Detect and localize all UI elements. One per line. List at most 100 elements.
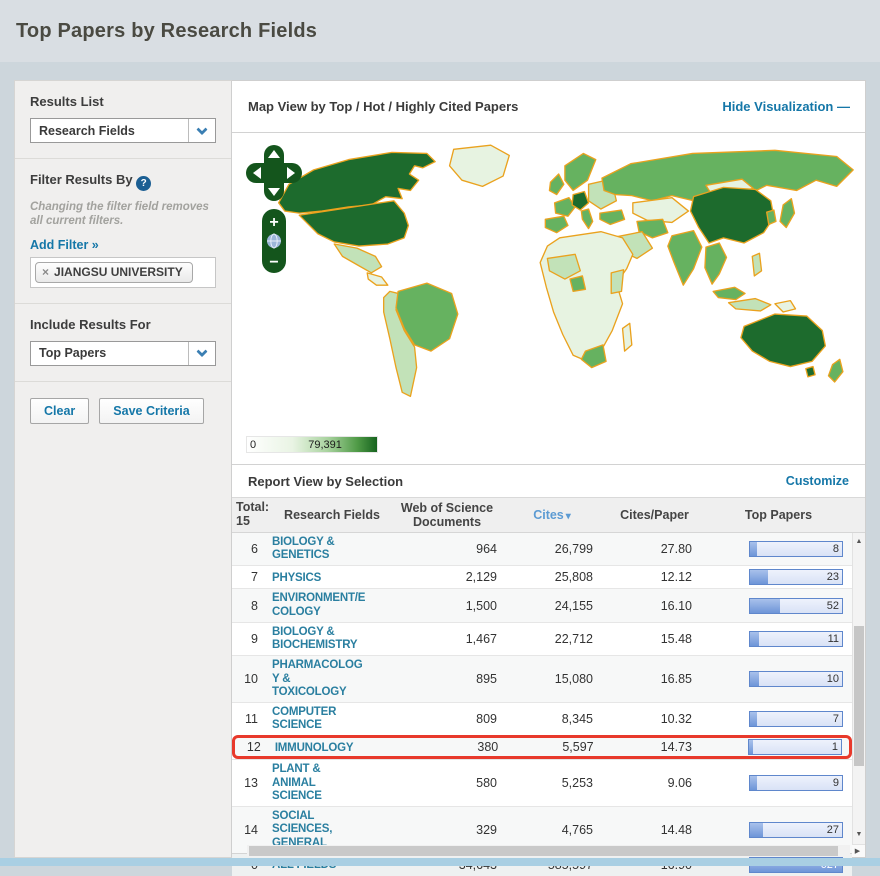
- scroll-up-icon[interactable]: ▲: [853, 535, 865, 549]
- world-map[interactable]: + − 0 79,391: [232, 133, 865, 465]
- customize-link[interactable]: Customize: [786, 474, 849, 488]
- top-papers-bar-fill: [750, 776, 757, 790]
- top-papers-cell: 10: [707, 671, 850, 687]
- top-papers-value: 52: [827, 600, 839, 612]
- table-row[interactable]: 7PHYSICS2,12925,80812.1223: [232, 565, 852, 588]
- horizontal-scrollbar-thumb[interactable]: [249, 846, 838, 856]
- bottom-strip: [0, 858, 880, 866]
- top-papers-value: 27: [827, 824, 839, 836]
- scroll-down-icon[interactable]: ▼: [853, 828, 865, 842]
- map-legend: 0 79,391: [246, 436, 378, 453]
- field-cell: PHARMACOLOG Y & TOXICOLOGY: [272, 659, 392, 699]
- region-nigeria: [570, 276, 585, 291]
- top-papers-bar-fill: [750, 632, 759, 646]
- region-india: [668, 231, 702, 286]
- column-header-cites[interactable]: Cites▾: [502, 508, 602, 522]
- field-link[interactable]: PLANT & ANIMAL SCIENCE: [272, 763, 322, 803]
- top-papers-bar: 7: [749, 711, 843, 727]
- results-list-dropdown[interactable]: Research Fields: [30, 118, 216, 143]
- cites-cell: 26,799: [502, 542, 602, 556]
- map-controls[interactable]: + −: [246, 143, 302, 282]
- pan-control[interactable]: [246, 145, 302, 201]
- table-row[interactable]: 8ENVIRONMENT/E COLOGY1,50024,15516.1052: [232, 588, 852, 621]
- cites-per-paper-cell: 10.32: [602, 712, 707, 726]
- top-papers-cell: 52: [707, 598, 850, 614]
- region-japan: [780, 199, 794, 228]
- vertical-scrollbar-thumb[interactable]: [854, 626, 864, 766]
- include-results-section: Include Results For Top Papers: [15, 304, 231, 382]
- cites-cell: 5,597: [503, 740, 602, 754]
- scroll-right-icon[interactable]: ▶: [850, 845, 865, 857]
- region-korea: [767, 210, 776, 224]
- filter-tag[interactable]: × JIANGSU UNIVERSITY: [35, 262, 193, 283]
- add-filter-link[interactable]: Add Filter »: [30, 238, 99, 252]
- main-panel: Map View by Top / Hot / Highly Cited Pap…: [232, 80, 866, 858]
- wos-documents-cell: 809: [392, 712, 502, 726]
- region-canada: [279, 152, 436, 213]
- rank-cell: 14: [232, 823, 272, 837]
- table-row[interactable]: 12IMMUNOLOGY3805,59714.731: [232, 735, 852, 759]
- cites-per-paper-cell: 15.48: [602, 632, 707, 646]
- top-papers-bar-fill: [750, 672, 759, 686]
- cites-per-paper-cell: 12.12: [602, 570, 707, 584]
- cites-cell: 15,080: [502, 672, 602, 686]
- help-icon[interactable]: ?: [136, 176, 151, 191]
- field-cell: PLANT & ANIMAL SCIENCE: [272, 763, 392, 803]
- save-criteria-button[interactable]: Save Criteria: [99, 398, 203, 424]
- column-header-research-fields[interactable]: Research Fields: [272, 508, 392, 522]
- horizontal-scrollbar-track[interactable]: [247, 845, 850, 857]
- remove-filter-icon[interactable]: ×: [42, 265, 49, 279]
- top-papers-bar: 52: [749, 598, 843, 614]
- field-link[interactable]: BIOLOGY & BIOCHEMISTRY: [272, 626, 357, 652]
- cites-cell: 5,253: [502, 776, 602, 790]
- field-link[interactable]: ENVIRONMENT/E COLOGY: [272, 592, 365, 618]
- page-title: Top Papers by Research Fields: [16, 20, 317, 43]
- hide-visualization-link[interactable]: Hide Visualization —: [722, 99, 849, 114]
- region-spain: [545, 216, 568, 232]
- horizontal-scrollbar[interactable]: ◀ ▶: [232, 844, 865, 857]
- field-link[interactable]: PHARMACOLOG Y & TOXICOLOGY: [272, 659, 362, 699]
- top-papers-value: 8: [833, 543, 839, 555]
- wos-documents-cell: 380: [394, 740, 503, 754]
- table-row[interactable]: 13PLANT & ANIMAL SCIENCE5805,2539.069: [232, 759, 852, 806]
- region-central-asia: [633, 198, 689, 223]
- rank-cell: 13: [232, 776, 272, 790]
- filter-tag-box: × JIANGSU UNIVERSITY: [30, 257, 216, 288]
- table-row[interactable]: 10PHARMACOLOG Y & TOXICOLOGY89515,08016.…: [232, 655, 852, 702]
- include-results-label: Include Results For: [30, 317, 216, 332]
- map-view-title: Map View by Top / Hot / Highly Cited Pap…: [248, 99, 518, 114]
- include-results-dropdown[interactable]: Top Papers: [30, 341, 216, 366]
- sidebar-buttons: Clear Save Criteria: [15, 382, 231, 440]
- column-header-cites-per-paper[interactable]: Cites/Paper: [602, 508, 707, 522]
- total-count-label: Total: 15: [232, 501, 272, 529]
- table-row[interactable]: 6BIOLOGY & GENETICS96426,79927.808: [232, 533, 852, 565]
- choropleth-map[interactable]: [260, 139, 865, 417]
- clear-button[interactable]: Clear: [30, 398, 89, 424]
- top-papers-value: 7: [833, 713, 839, 725]
- field-cell: PHYSICS: [272, 570, 392, 585]
- field-link[interactable]: PHYSICS: [272, 572, 321, 585]
- table-row[interactable]: 9BIOLOGY & BIOCHEMISTRY1,46722,71215.481…: [232, 622, 852, 655]
- top-papers-cell: 8: [707, 541, 850, 557]
- rank-cell: 10: [232, 672, 272, 686]
- chevron-down-icon[interactable]: [188, 342, 215, 365]
- column-header-top-papers[interactable]: Top Papers: [707, 508, 850, 522]
- top-papers-value: 23: [827, 571, 839, 583]
- field-cell: BIOLOGY & BIOCHEMISTRY: [272, 626, 392, 652]
- field-link[interactable]: BIOLOGY & GENETICS: [272, 536, 335, 562]
- top-papers-bar: 10: [749, 671, 843, 687]
- table-row[interactable]: 11COMPUTER SCIENCE8098,34510.327: [232, 702, 852, 735]
- chevron-down-icon[interactable]: [188, 119, 215, 142]
- cites-per-paper-cell: 9.06: [602, 776, 707, 790]
- top-papers-bar-fill: [750, 570, 768, 584]
- top-papers-cell: 9: [707, 775, 850, 791]
- field-link[interactable]: SOCIAL SCIENCES, GENERAL: [272, 810, 332, 850]
- top-papers-value: 11: [828, 633, 839, 645]
- field-link[interactable]: COMPUTER SCIENCE: [272, 706, 336, 732]
- vertical-scrollbar[interactable]: ▲ ▼: [852, 533, 865, 844]
- zoom-control[interactable]: + −: [262, 209, 286, 273]
- cites-cell: 22,712: [502, 632, 602, 646]
- top-papers-cell: 11: [707, 631, 850, 647]
- field-link[interactable]: IMMUNOLOGY: [275, 742, 354, 755]
- column-header-wos-documents[interactable]: Web of Science Documents: [392, 501, 502, 529]
